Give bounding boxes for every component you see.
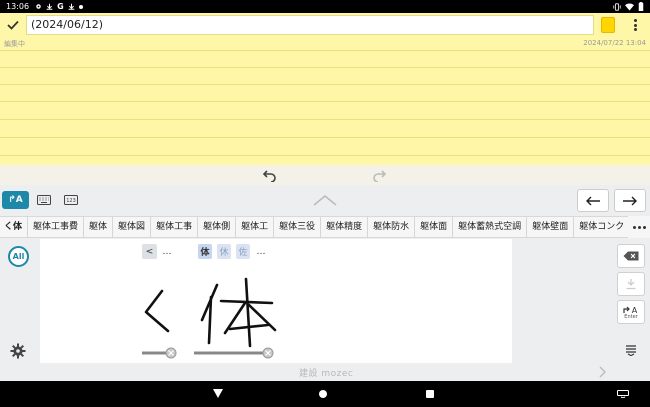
- candidate-item[interactable]: 躯体側: [198, 217, 237, 237]
- vibrate-icon: [613, 2, 621, 11]
- chevron-right-icon[interactable]: [596, 366, 608, 378]
- return-button[interactable]: [617, 272, 645, 296]
- candidate-item[interactable]: 躯体図: [113, 217, 152, 237]
- candidate-item[interactable]: 躯体壁面: [527, 217, 575, 237]
- arrow-right-icon: [623, 196, 637, 205]
- download-icon: [46, 3, 53, 10]
- svg-text:123: 123: [66, 198, 76, 204]
- note-color-button[interactable]: [601, 17, 615, 33]
- redo-icon[interactable]: [371, 168, 387, 182]
- undo-icon[interactable]: [262, 168, 278, 182]
- handwriting-enter-icon: A: [623, 306, 638, 314]
- enter-label: Enter: [624, 313, 638, 320]
- handwriting-canvas[interactable]: < … 体 休 佐 …: [40, 239, 512, 363]
- brand-logo: 建設 mozec: [299, 369, 354, 379]
- candidate-item[interactable]: 躯体工事費: [28, 217, 85, 237]
- candidate-item[interactable]: 躯体面: [415, 217, 454, 237]
- left-tool-panel: All: [0, 239, 40, 363]
- clock: 13:06: [6, 2, 30, 11]
- check-icon: [7, 20, 19, 30]
- candidate-item[interactable]: 躯体コンク: [574, 217, 631, 237]
- note-body[interactable]: 編集中 2024/07/22 13:04: [0, 37, 650, 165]
- note-title-field[interactable]: (2024/06/12): [26, 15, 594, 35]
- back-icon[interactable]: [213, 389, 223, 398]
- stroke: [144, 289, 170, 333]
- right-tool-panel: A Enter: [612, 239, 650, 363]
- chevron-up-icon[interactable]: [312, 193, 338, 207]
- note-line: [0, 50, 650, 51]
- note-toolbar: (2024/06/12): [0, 13, 650, 37]
- handwriting-strokes: [142, 277, 277, 359]
- more-vert-icon: [633, 19, 637, 22]
- settings-gear-icon[interactable]: [10, 343, 26, 359]
- menu-button[interactable]: [617, 339, 645, 361]
- wifi-icon: [625, 3, 634, 11]
- candidate-item[interactable]: 躯体防水: [368, 217, 416, 237]
- editing-state-label: 編集中: [4, 40, 25, 48]
- svg-text:A: A: [632, 306, 638, 314]
- cursor-right-button[interactable]: [614, 189, 646, 212]
- notification-dot-icon: [78, 4, 83, 9]
- google-icon: G: [57, 2, 64, 11]
- candidate-bar: く体 躯体工事費 躯体 躯体図 躯体工事 躯体側 躯体工 躯体三役 躯体精度 躯…: [0, 216, 650, 238]
- note-line: [0, 67, 650, 68]
- download-icon: [68, 3, 74, 10]
- handwriting-mode-button[interactable]: ↱A: [2, 191, 29, 209]
- candidate-item[interactable]: く体: [0, 217, 29, 237]
- candidate-item[interactable]: 躯体工事: [151, 217, 199, 237]
- note-timestamp: 2024/07/22 13:04: [583, 39, 646, 47]
- note-line: [0, 101, 650, 102]
- candidate-item[interactable]: 躯体: [84, 217, 114, 237]
- done-button[interactable]: [0, 13, 26, 37]
- keyboard-mode-button[interactable]: [36, 191, 52, 209]
- keyboard-footer: 建設 mozec: [0, 363, 650, 381]
- backspace-button[interactable]: [617, 244, 645, 268]
- battery-icon: [638, 2, 644, 11]
- all-characters-button[interactable]: All: [8, 246, 29, 267]
- candidate-item[interactable]: 躯体精度: [321, 217, 369, 237]
- gear-icon: [36, 4, 41, 9]
- keyboard-icon[interactable]: [617, 390, 629, 398]
- home-icon[interactable]: [319, 390, 327, 398]
- backspace-icon: [623, 251, 639, 261]
- numeric-keypad-icon: 123: [64, 195, 78, 205]
- undo-redo-bar: [0, 165, 650, 185]
- arrow-left-icon: [586, 196, 600, 205]
- cursor-left-button[interactable]: [577, 189, 609, 212]
- stroke: [244, 277, 252, 348]
- enter-button[interactable]: A Enter: [617, 300, 645, 324]
- note-line: [0, 137, 650, 138]
- note-line: [0, 155, 650, 156]
- note-line: [0, 119, 650, 120]
- note-line: [0, 84, 650, 85]
- number-mode-button[interactable]: 123: [63, 191, 79, 209]
- status-bar: 13:06 G: [0, 0, 650, 13]
- system-nav-bar: [0, 381, 650, 407]
- keyboard-icon: [37, 195, 51, 205]
- return-icon: [626, 279, 636, 290]
- recents-icon[interactable]: [426, 390, 434, 398]
- overflow-menu-button[interactable]: [628, 17, 642, 33]
- menu-down-icon: [626, 345, 636, 356]
- more-candidates-button[interactable]: [628, 216, 650, 238]
- keyboard-mode-row: ↱A 123: [0, 185, 650, 215]
- candidate-item[interactable]: 躯体蓄熱式空調: [453, 217, 528, 237]
- handwriting-keyboard: ↱A 123 く体 躯体工事費 躯体 躯体図 躯体工事 躯体側 躯体工 躯体三役: [0, 185, 650, 381]
- candidate-item[interactable]: 躯体三役: [274, 217, 322, 237]
- candidate-item[interactable]: 躯体工: [236, 217, 275, 237]
- more-horiz-icon: [632, 225, 636, 229]
